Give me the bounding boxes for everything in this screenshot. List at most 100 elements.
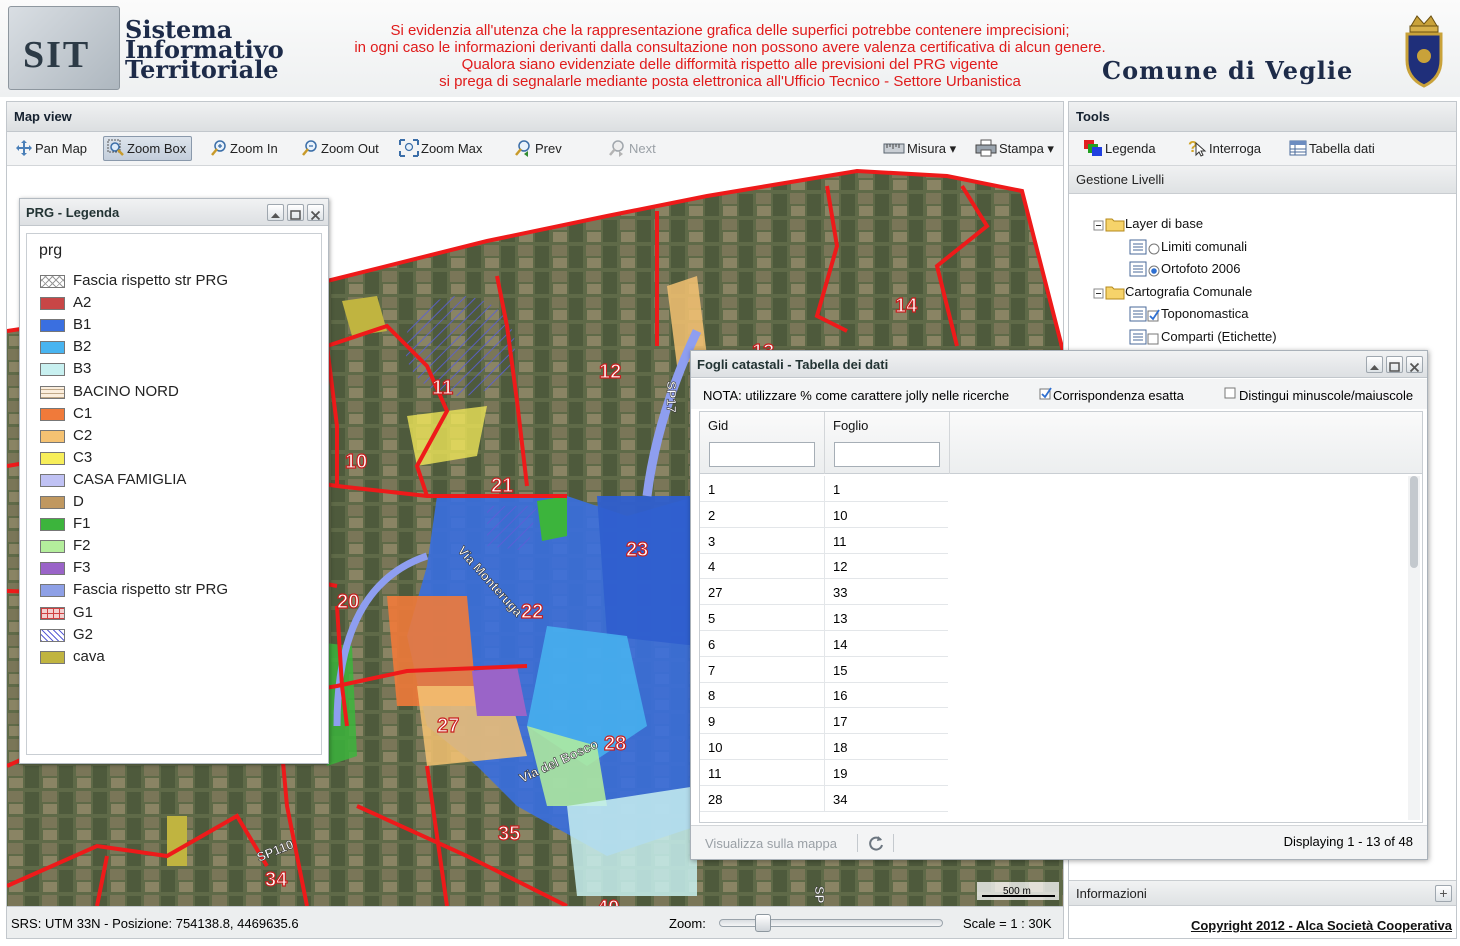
legend-item-label: F2 — [73, 537, 91, 555]
tree-group-base[interactable]: Layer di base — [1093, 214, 1203, 234]
legend-item-label: B1 — [73, 316, 92, 334]
expand-button[interactable]: + — [1435, 885, 1452, 902]
grid-scrollbar-thumb[interactable] — [1410, 476, 1418, 568]
table-row[interactable]: 2 10 — [700, 501, 948, 528]
table-row[interactable]: 27 33 — [700, 579, 948, 606]
checkbox[interactable] — [1147, 331, 1161, 345]
stampa-label: Stampa — [999, 141, 1044, 156]
layer-comparti-etichette[interactable]: Comparti (Etichette) — [1129, 327, 1277, 347]
data-grid: Gid Foglio 1 1 2 10 3 11 4 12 27 33 5 13 6 14 7 15 8 16 9 1… — [699, 411, 1423, 823]
cell-gid: 27 — [708, 585, 723, 601]
checkbox[interactable] — [1223, 386, 1239, 400]
cell-foglio: 13 — [833, 611, 848, 626]
zoom-in-icon — [211, 140, 226, 156]
pan-map-button[interactable]: Pan Map — [11, 136, 93, 161]
zoom-slider-thumb[interactable] — [755, 914, 772, 932]
case-sensitive-toggle[interactable]: Distingui minuscole/maiuscole — [1223, 386, 1413, 403]
exact-match-toggle[interactable]: Corrispondenza esatta — [1039, 386, 1184, 403]
table-row[interactable]: 11 — [700, 476, 948, 502]
zoom-out-button[interactable]: Zoom Out — [297, 136, 385, 161]
pan-map-label: Pan Map — [35, 141, 88, 156]
sheet-label: 34 — [265, 869, 288, 891]
checkbox-checked[interactable] — [1039, 386, 1053, 400]
collapse-button[interactable] — [1366, 356, 1383, 373]
close-icon — [1409, 362, 1420, 373]
tabella-dati-button[interactable]: Tabella dati — [1285, 136, 1381, 161]
table-row[interactable]: 3 11 — [700, 527, 948, 554]
scalebar: 500 m — [977, 882, 1059, 900]
status-bar: SRS: UTM 33N - Posizione: 754138.8, 4469… — [7, 906, 1063, 938]
cell-foglio: 14 — [833, 636, 848, 652]
misura-dropdown[interactable]: Misura ▾ — [879, 136, 962, 161]
cell-separator — [824, 501, 825, 528]
legend-item-label: F3 — [73, 559, 91, 577]
table-row[interactable]: 28 34 — [700, 785, 948, 812]
radio-button-selected[interactable] — [1147, 263, 1161, 277]
next-button[interactable]: Next — [603, 136, 662, 161]
legend-swatch — [40, 363, 65, 377]
sit-logo: SIT — [8, 6, 120, 90]
table-row[interactable]: 4 12 — [700, 553, 948, 580]
printer-icon — [975, 139, 997, 157]
close-button[interactable] — [307, 204, 324, 221]
refresh-icon[interactable] — [867, 834, 885, 852]
folder-icon — [1105, 218, 1125, 232]
legend-window-title[interactable]: PRG - Legenda — [20, 199, 328, 226]
prev-button[interactable]: Prev — [509, 136, 568, 161]
disclaimer: Si evidenzia all'utenza che la rappresen… — [330, 22, 1130, 90]
checkbox-checked[interactable] — [1147, 308, 1161, 322]
table-row[interactable]: 10 18 — [700, 734, 948, 760]
legend-item-label: G2 — [73, 625, 94, 643]
gid-filter-input[interactable] — [709, 442, 815, 467]
maximize-button[interactable] — [287, 204, 304, 221]
column-gid[interactable]: Gid — [700, 412, 825, 474]
table-row[interactable]: 7 15 — [700, 656, 948, 683]
stampa-dropdown[interactable]: Stampa ▾ — [971, 136, 1060, 161]
info-panel-title[interactable]: Informazioni + — [1069, 880, 1456, 906]
grid-scrollbar[interactable] — [1408, 476, 1420, 820]
ruler-icon — [883, 143, 905, 154]
interroga-button[interactable]: ? Interroga — [1183, 136, 1267, 161]
table-row[interactable]: 11 19 — [700, 759, 948, 786]
legend-swatch — [40, 341, 65, 355]
collapse-minus-icon[interactable] — [1093, 220, 1105, 232]
toolbar-separator — [857, 834, 858, 852]
column-header-label: Foglio — [833, 418, 869, 433]
cell-foglio: 16 — [833, 688, 848, 704]
data-table-title-text: Fogli catastali - Tabella dei dati — [697, 357, 889, 372]
cell-gid: 10 — [708, 740, 723, 755]
foglio-filter-input[interactable] — [834, 442, 940, 467]
legend-swatch — [40, 451, 65, 465]
next-label: Next — [629, 141, 656, 156]
layer-limiti-comunali[interactable]: Limiti comunali — [1129, 237, 1247, 257]
collapse-button[interactable] — [267, 204, 284, 221]
layer-ortofoto-2006[interactable]: Ortofoto 2006 — [1129, 259, 1241, 279]
collapse-minus-icon[interactable] — [1093, 288, 1105, 300]
legend-item-label: CASA FAMIGLIA — [73, 470, 187, 488]
table-row[interactable]: 5 13 — [700, 605, 948, 631]
cell-foglio: 18 — [833, 740, 848, 755]
zoom-slider[interactable] — [719, 914, 943, 932]
close-button[interactable] — [1406, 356, 1423, 373]
zoom-max-button[interactable]: Zoom Max — [395, 136, 488, 161]
legend-swatch — [40, 518, 65, 532]
layer-icon — [1129, 239, 1147, 255]
zoom-in-button[interactable]: Zoom In — [206, 136, 284, 161]
cell-gid: 9 — [708, 714, 716, 730]
copyright-link[interactable]: Copyright 2012 - Alca Società Cooperativ… — [1191, 918, 1452, 933]
zoom-max-label: Zoom Max — [421, 141, 483, 156]
sheet-label: 28 — [604, 733, 626, 755]
layer-toponomastica[interactable]: Toponomastica — [1129, 304, 1248, 324]
radio-button[interactable] — [1147, 241, 1161, 255]
zoom-box-button[interactable]: Zoom Box — [103, 136, 193, 161]
disclaimer-line: Qualora siano evidenziate delle difformi… — [461, 56, 999, 73]
legenda-button[interactable]: Legenda — [1079, 136, 1162, 161]
table-row[interactable]: 6 14 — [700, 630, 948, 657]
maximize-button[interactable] — [1386, 356, 1403, 373]
show-on-map-button[interactable]: Visualizza sulla mappa — [705, 836, 837, 851]
table-row[interactable]: 8 16 — [700, 682, 948, 709]
data-table-window-title[interactable]: Fogli catastali - Tabella dei dati — [691, 351, 1427, 378]
table-row[interactable]: 9 17 — [700, 708, 948, 735]
tree-group-cartografia[interactable]: Cartografia Comunale — [1093, 282, 1252, 302]
column-foglio[interactable]: Foglio — [825, 412, 950, 474]
